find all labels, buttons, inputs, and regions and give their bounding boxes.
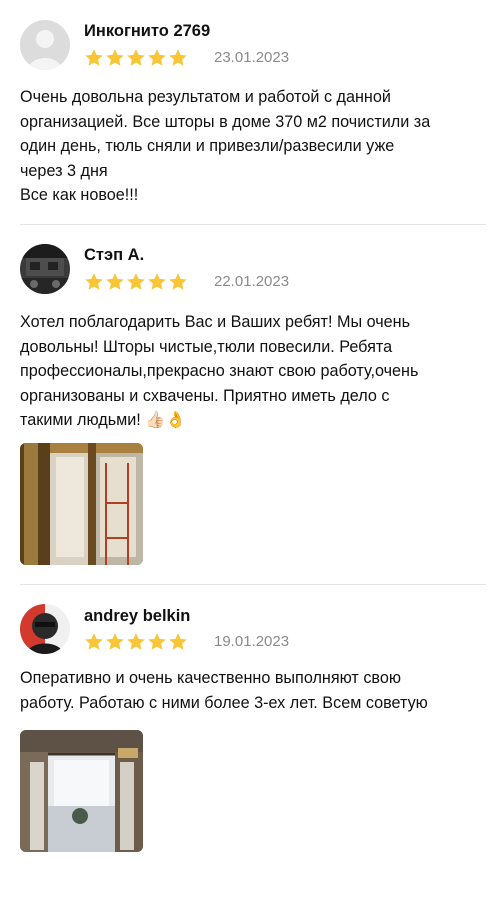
star-rating bbox=[84, 48, 188, 68]
star-rating bbox=[84, 272, 188, 292]
review-text: Очень довольна результатом и работой с д… bbox=[20, 88, 431, 204]
review-date: 19.01.2023 bbox=[214, 633, 290, 650]
star-icon bbox=[148, 49, 166, 66]
author-name[interactable]: Стэп А. bbox=[84, 246, 144, 265]
star-rating bbox=[84, 632, 188, 652]
star-icon bbox=[169, 273, 187, 290]
star-icon bbox=[127, 633, 145, 650]
review-photo[interactable] bbox=[20, 443, 143, 565]
avatar[interactable] bbox=[20, 244, 70, 294]
star-icon bbox=[106, 273, 124, 290]
star-icon bbox=[85, 273, 103, 290]
star-icon bbox=[85, 49, 103, 66]
star-icon bbox=[169, 49, 187, 66]
author-name[interactable]: Инкогнито 2769 bbox=[84, 22, 210, 41]
review-card: andrey belkin 19.01.2023 Оперативно и оч… bbox=[0, 584, 498, 900]
review-photo[interactable] bbox=[20, 730, 143, 852]
review-text: Хотел поблагодарить Вас и Ваших ребят! М… bbox=[20, 313, 419, 429]
star-icon bbox=[106, 49, 124, 66]
review-text: Оперативно и очень качественно выполняют… bbox=[20, 669, 428, 712]
star-icon bbox=[148, 273, 166, 290]
star-icon bbox=[127, 49, 145, 66]
review-date: 23.01.2023 bbox=[214, 49, 290, 66]
avatar[interactable] bbox=[20, 20, 70, 70]
review-date: 22.01.2023 bbox=[214, 273, 290, 290]
star-icon bbox=[127, 273, 145, 290]
author-name[interactable]: andrey belkin bbox=[84, 607, 190, 626]
review-card: Стэп А. 22.01.2023 Хотел поблагодарить В… bbox=[0, 224, 498, 584]
review-card: Инкогнито 2769 23.01.2023 Очень довольна… bbox=[0, 0, 498, 224]
star-icon bbox=[85, 633, 103, 650]
star-icon bbox=[169, 633, 187, 650]
avatar[interactable] bbox=[20, 604, 70, 654]
star-icon bbox=[148, 633, 166, 650]
star-icon bbox=[106, 633, 124, 650]
